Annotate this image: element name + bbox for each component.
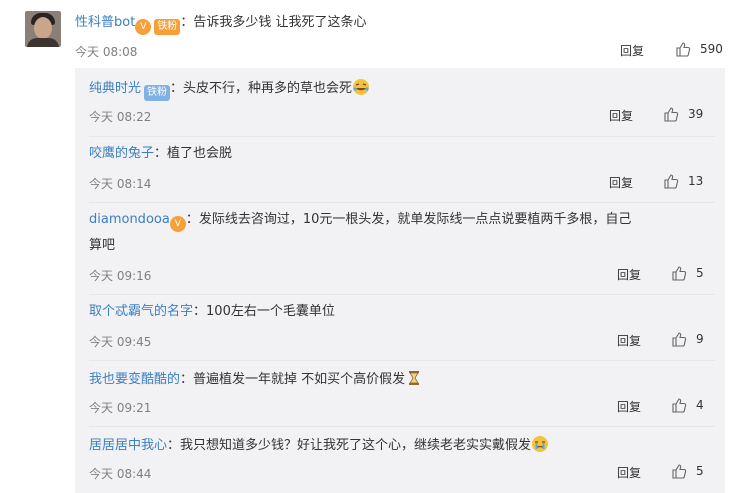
avatar[interactable]: [25, 11, 61, 47]
reply-time: 今天 08:22: [89, 110, 152, 124]
reply-item: diamondooa V ：发际线去咨询过，10元一根头发，就单发际线一点点说要植两…: [89, 202, 715, 287]
reply-time: 今天 09:45: [89, 335, 152, 349]
reply-item: 居居居中我心：我只想知道多少钱？好让我死了这个心，继续老老实实戴假发 今天 08…: [89, 426, 715, 485]
reply-time: 今天 09:16: [89, 269, 152, 283]
reply-button[interactable]: 回复: [609, 174, 633, 191]
fan-badge: 铁粉: [154, 19, 181, 35]
reply-text-continued: 算吧: [89, 238, 116, 253]
reply-item: 咬鹰的兔子：植了也会脱 今天 08:14 回复 13: [89, 136, 715, 195]
like-button[interactable]: 13: [663, 173, 703, 189]
like-button[interactable]: 5: [671, 463, 704, 479]
reply-text: 植了也会脱: [167, 146, 233, 161]
reply-time: 今天 08:14: [89, 177, 152, 191]
vip-badge-icon: V: [135, 19, 152, 35]
like-button[interactable]: 5: [671, 265, 704, 281]
comment-text: 告诉我多少钱 让我死了这条心: [193, 15, 367, 30]
thumbs-up-icon: [676, 42, 691, 57]
like-count: 39: [688, 107, 704, 121]
like-button[interactable]: 4: [671, 397, 704, 413]
reply-button[interactable]: 回复: [617, 266, 641, 283]
thumbs-up-icon: [672, 398, 687, 413]
reply-text: 我只想知道多少钱？好让我死了这个心，继续老老实实戴假发: [180, 438, 532, 453]
like-count: 5: [696, 464, 704, 478]
like-button[interactable]: 9: [671, 331, 704, 347]
reply-item: 取个忒霸气的名字：100左右一个毛囊单位 今天 09:45 回复 9: [89, 294, 715, 353]
reply-button[interactable]: 回复: [609, 107, 633, 124]
reply-text: 头皮不行，种再多的草也会死: [183, 81, 353, 96]
thumbs-up-icon: [672, 464, 687, 479]
reply-button[interactable]: 回复: [617, 332, 641, 349]
like-count: 9: [696, 332, 704, 346]
reply-username[interactable]: 纯典时光: [89, 81, 141, 96]
reply-button[interactable]: 回复: [620, 42, 644, 59]
reply-text: 100左右一个毛囊单位: [206, 304, 335, 319]
reply-username[interactable]: 咬鹰的兔子: [89, 146, 154, 161]
like-count: 590: [700, 42, 723, 56]
reply-time: 今天 08:44: [89, 467, 152, 481]
thumbs-up-icon: [664, 107, 679, 122]
like-button[interactable]: 39: [663, 106, 703, 122]
thumbs-up-icon: [672, 266, 687, 281]
crying-emoji: [532, 436, 549, 452]
reply-username[interactable]: 居居居中我心: [89, 438, 167, 453]
thumbs-up-icon: [672, 332, 687, 347]
hourglass-emoji: [409, 371, 420, 385]
reply-username[interactable]: diamondooa: [89, 212, 170, 227]
comment-time: 今天 08:08: [75, 45, 138, 59]
like-count: 4: [696, 398, 704, 412]
reply-text: 发际线去咨询过，10元一根头发，就单发际线一点点说要植两千多根，自己: [198, 212, 632, 227]
reply-item: 纯典时光 铁粉 ：头皮不行，种再多的草也会死 今天 08:22 回复 39: [89, 78, 715, 128]
main-comment: 性科普bot V 铁粉 ：告诉我多少钱 让我死了这条心 今天 08:08 回复 590: [75, 15, 723, 59]
like-count: 13: [688, 174, 704, 188]
thumbs-up-icon: [664, 174, 679, 189]
reply-text: 普遍植发一年就掉 不如买个高价假发: [193, 372, 406, 387]
reply-time: 今天 09:21: [89, 401, 152, 415]
laugh-cry-emoji: [353, 79, 370, 95]
replies-panel: 纯典时光 铁粉 ：头皮不行，种再多的草也会死 今天 08:22 回复 39 咬鹰的兔…: [75, 68, 725, 493]
fan-badge: 铁粉: [144, 85, 171, 101]
reply-item: 我也要变酷酷的：普遍植发一年就掉 不如买个高价假发 今天 09:21 回复 4: [89, 360, 715, 419]
reply-button[interactable]: 回复: [617, 398, 641, 415]
comment-username[interactable]: 性科普bot: [75, 15, 135, 30]
reply-username[interactable]: 我也要变酷酷的: [89, 372, 180, 387]
vip-badge-icon: V: [169, 216, 186, 232]
like-count: 5: [696, 266, 704, 280]
reply-username[interactable]: 取个忒霸气的名字: [89, 304, 193, 319]
reply-button[interactable]: 回复: [617, 464, 641, 481]
like-button[interactable]: 590: [675, 41, 723, 57]
